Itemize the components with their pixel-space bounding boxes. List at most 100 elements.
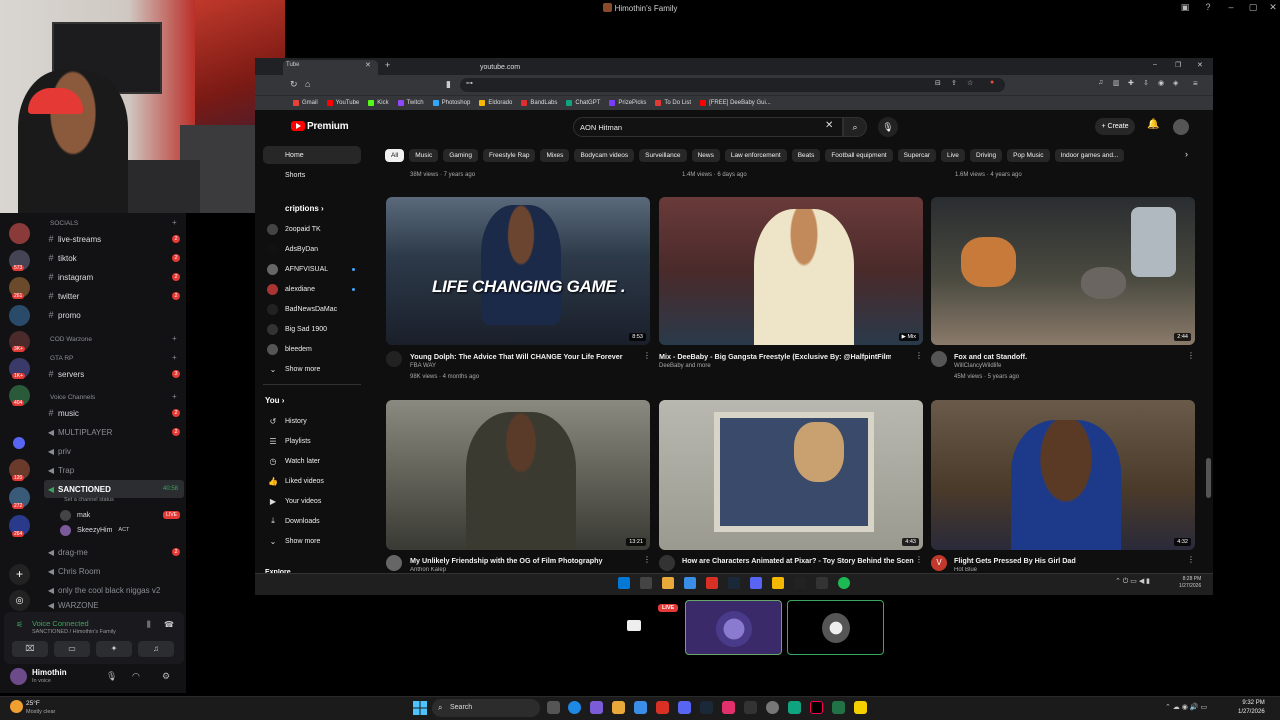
channel-promo[interactable]: # promo: [44, 306, 184, 324]
discover-icon[interactable]: ◎: [9, 590, 30, 611]
inner-clock[interactable]: 8:28 PM 1/27/2026: [1179, 576, 1201, 590]
search-button[interactable]: ⌕: [843, 117, 867, 137]
channel-name[interactable]: DeeBaby and more: [659, 363, 711, 369]
show-more-button[interactable]: ⌄ Show more: [263, 360, 361, 378]
signal-icon[interactable]: ⚟: [16, 620, 23, 629]
voice-channel-cool[interactable]: ◀ only the cool black niggas v2: [44, 581, 184, 599]
voice-connected-label[interactable]: Voice Connected: [32, 619, 89, 628]
avatar[interactable]: [931, 351, 947, 367]
channel-name[interactable]: WillClancyWildlife: [954, 363, 1001, 369]
stream-tile[interactable]: [787, 600, 884, 655]
category-cod[interactable]: COD Warzone: [50, 336, 92, 343]
minimize-icon[interactable]: –: [1153, 61, 1157, 68]
inbox-icon[interactable]: ▣: [1176, 2, 1194, 13]
server-icon[interactable]: [9, 223, 30, 244]
new-tab-icon[interactable]: +: [385, 60, 390, 70]
more-options-icon[interactable]: ⋮: [915, 555, 923, 564]
sidebar-item-liked[interactable]: 👍 Liked videos: [263, 472, 361, 490]
bookmark-chatgpt[interactable]: ChatGPT: [566, 100, 600, 106]
bookmark-youtube[interactable]: YouTube: [326, 100, 359, 106]
excel-icon[interactable]: [832, 701, 845, 714]
channel-live-streams[interactable]: # live-streams 2: [44, 230, 184, 248]
noise-suppression-icon[interactable]: ⫼: [147, 620, 151, 630]
share-icon[interactable]: ⇪: [951, 79, 957, 87]
downloads-icon[interactable]: ⇩: [1143, 79, 1149, 87]
avatar[interactable]: [386, 555, 402, 571]
chip[interactable]: Music: [409, 148, 439, 162]
install-icon[interactable]: ⊟: [935, 79, 941, 87]
chip[interactable]: Bodycam videos: [574, 148, 635, 162]
search-query[interactable]: AON Hitman: [580, 123, 622, 132]
app-icon[interactable]: [744, 701, 757, 714]
reload-icon[interactable]: ↻: [290, 79, 298, 90]
subscription-item[interactable]: 2oopaid TK: [263, 220, 361, 238]
steam-icon[interactable]: [700, 701, 713, 714]
bookmark-photoshop[interactable]: Photoshop: [432, 100, 470, 106]
tray-icons[interactable]: ⌃ ☁ ◉ 🔊 ▭: [1165, 703, 1207, 711]
vpn-icon[interactable]: ◉: [1158, 79, 1164, 87]
add-channel-icon[interactable]: +: [172, 218, 177, 227]
create-button[interactable]: + Create: [1095, 118, 1135, 135]
add-channel-icon[interactable]: +: [172, 334, 177, 343]
channel-music[interactable]: # music 2: [44, 404, 184, 422]
activities-button[interactable]: ✦: [96, 641, 132, 657]
channel-status-prompt[interactable]: Set a channel status: [64, 497, 114, 503]
app-icon[interactable]: [684, 577, 696, 589]
video-title[interactable]: Young Dolph: The Advice That Will CHANGE…: [410, 352, 642, 361]
video-title[interactable]: My Unlikely Friendship with the OG of Fi…: [410, 556, 642, 565]
avatar[interactable]: [659, 555, 675, 571]
notifications-icon[interactable]: 🔔: [1147, 119, 1159, 130]
close-icon[interactable]: ✕: [1264, 2, 1280, 13]
avatar[interactable]: V: [931, 555, 947, 571]
bookmark-bandlabs[interactable]: BandLabs: [521, 100, 557, 106]
bookmark-gmail[interactable]: Gmail: [293, 100, 318, 106]
more-options-icon[interactable]: ⋮: [915, 351, 923, 360]
chip[interactable]: Surveillance: [639, 148, 687, 162]
add-channel-icon[interactable]: +: [172, 392, 177, 401]
windows-clock[interactable]: 9:32 PM 1/27/2026: [1238, 699, 1265, 717]
video-title[interactable]: Mix - DeeBaby - Big Gangsta Freestyle (E…: [659, 352, 891, 361]
bookmark-eldorado[interactable]: Eldorado: [479, 100, 512, 106]
app-icon[interactable]: [590, 701, 603, 714]
app-icon[interactable]: [772, 577, 784, 589]
app-icon[interactable]: [794, 577, 806, 589]
more-options-icon[interactable]: ⋮: [1187, 555, 1195, 564]
chip[interactable]: Supercar: [897, 148, 936, 162]
video-thumbnail[interactable]: 2:44: [931, 197, 1195, 345]
disconnect-icon[interactable]: ☎: [164, 620, 174, 629]
discord-icon[interactable]: [678, 701, 691, 714]
brave-icon[interactable]: [706, 577, 718, 589]
sidebar-item-watch-later[interactable]: ◷ Watch later: [263, 452, 361, 470]
instagram-icon[interactable]: [722, 701, 735, 714]
video-thumbnail[interactable]: ▶ Mix: [659, 197, 923, 345]
chip[interactable]: Indoor games and...: [1054, 148, 1125, 162]
spotify-icon[interactable]: [838, 577, 850, 589]
url-text[interactable]: youtube.com: [480, 64, 520, 71]
chip[interactable]: News: [691, 148, 720, 162]
sidebar-item-downloads[interactable]: ⤓ Downloads: [263, 512, 361, 530]
restore-icon[interactable]: ❐: [1175, 61, 1181, 69]
file-explorer-icon[interactable]: [612, 701, 625, 714]
chevron-right-icon[interactable]: ›: [1185, 149, 1188, 159]
video-thumbnail[interactable]: 4:32: [931, 400, 1195, 550]
sidebar-item-shorts[interactable]: Shorts: [263, 166, 361, 184]
camera-button[interactable]: ⌧: [12, 641, 48, 657]
sidebar-item-home[interactable]: Home: [263, 146, 361, 164]
subscription-item[interactable]: AFNFVISUAL: [263, 260, 361, 278]
site-info-icon[interactable]: ⊶: [466, 79, 473, 87]
server-icon[interactable]: [9, 305, 30, 326]
channel-twitter[interactable]: # twitter 2: [44, 287, 184, 305]
video-title[interactable]: Flight Gets Pressed By His Girl Dad: [954, 556, 1186, 565]
show-more-button[interactable]: ⌄ Show more: [263, 532, 361, 550]
task-view-icon[interactable]: [547, 701, 560, 714]
windows-search-box[interactable]: [432, 699, 540, 717]
edge-icon[interactable]: [568, 701, 581, 714]
home-icon[interactable]: ⌂: [305, 79, 310, 89]
bookmark-icon[interactable]: ▮: [446, 79, 451, 90]
tab-close-icon[interactable]: ✕: [365, 61, 371, 69]
avatar[interactable]: [1173, 119, 1189, 135]
omnibox[interactable]: [460, 78, 1005, 92]
channel-tiktok[interactable]: # tiktok 2: [44, 249, 184, 267]
voice-channel-drag-me[interactable]: ◀ drag-me 2: [44, 543, 184, 561]
chip[interactable]: Mixes: [540, 148, 570, 162]
